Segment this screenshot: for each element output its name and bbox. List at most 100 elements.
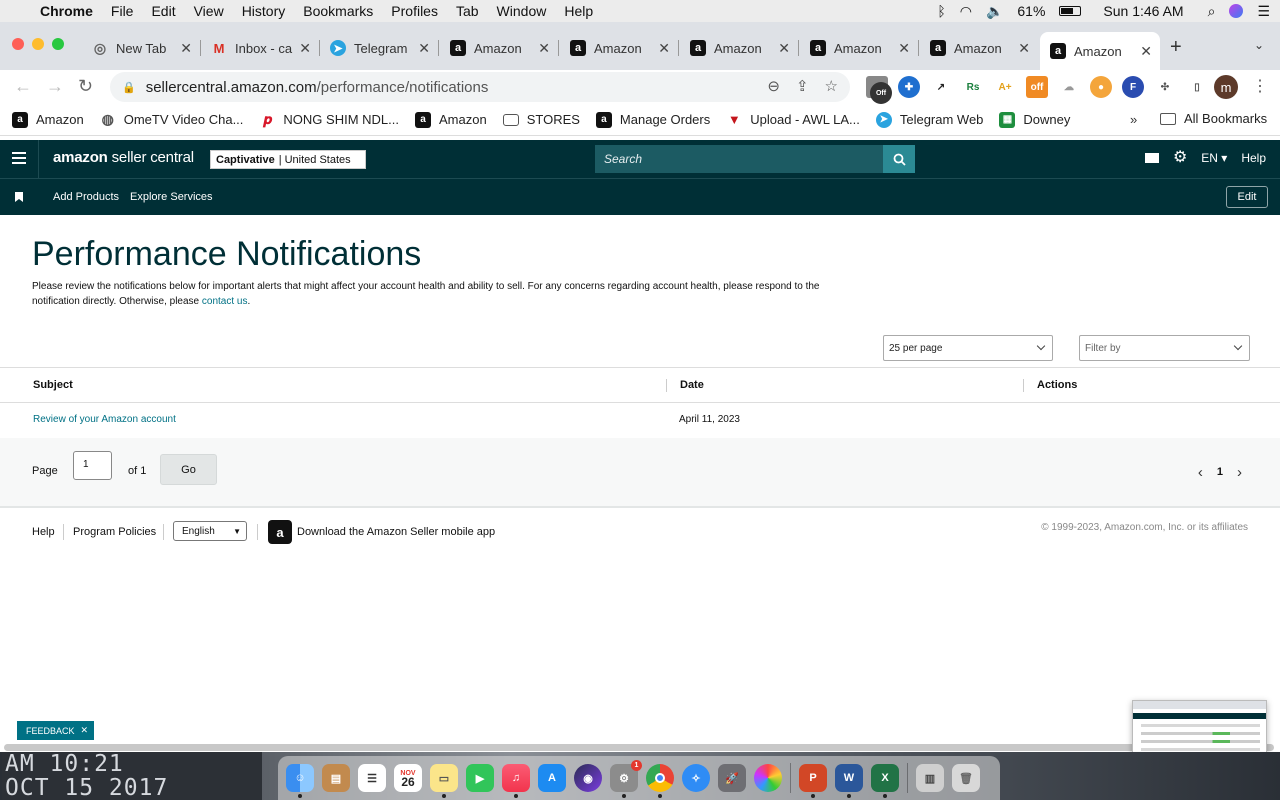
close-window-button[interactable] xyxy=(12,38,24,50)
menu-bookmarks[interactable]: Bookmarks xyxy=(303,3,373,19)
bookmark-item[interactable]: a Amazon xyxy=(12,111,84,128)
account-switcher[interactable]: Captivative | United States xyxy=(210,150,366,169)
bookmark-item[interactable]: a Amazon xyxy=(415,111,487,128)
bookmark-item[interactable]: ▼ Upload - AWL LA... xyxy=(726,112,860,128)
menu-view[interactable]: View xyxy=(194,3,224,19)
bookmark-item[interactable]: ◍ OmeTV Video Cha... xyxy=(100,111,244,128)
more-bookmarks-icon[interactable]: » xyxy=(1130,112,1137,127)
previous-page-icon[interactable]: ‹ xyxy=(1198,465,1203,480)
language-selector[interactable]: EN ▾ xyxy=(1201,151,1227,165)
download-app-link[interactable]: Download the Amazon Seller mobile app xyxy=(297,526,495,538)
menu-edit[interactable]: Edit xyxy=(151,3,175,19)
go-button[interactable]: Go xyxy=(160,454,217,485)
menu-history[interactable]: History xyxy=(242,3,286,19)
tab-amazon[interactable]: a Amazon ✕ xyxy=(440,32,559,64)
bookmark-icon[interactable] xyxy=(15,192,23,202)
extension-orange-icon[interactable]: off xyxy=(1026,76,1048,98)
control-center-icon[interactable]: ☰ xyxy=(1257,3,1270,20)
seller-search-box[interactable]: Search xyxy=(595,145,915,173)
powerpoint-icon[interactable]: P xyxy=(799,764,827,798)
bookmark-item[interactable]: ▦ Downey xyxy=(999,111,1070,128)
bookmark-item[interactable]: 𝒑 NONG SHIM NDL... xyxy=(259,111,399,128)
reminders-icon[interactable]: ☰ xyxy=(358,764,386,792)
finder-icon[interactable]: ☺ xyxy=(286,764,314,798)
footer-help-link[interactable]: Help xyxy=(32,526,55,538)
notes-icon[interactable]: ▭ xyxy=(430,764,458,798)
tab-amazon[interactable]: a Amazon ✕ xyxy=(920,32,1038,64)
word-icon[interactable]: W xyxy=(835,764,863,798)
help-link[interactable]: Help xyxy=(1241,151,1266,165)
extension-circle-icon[interactable]: ● xyxy=(1090,76,1112,98)
extension-off-icon[interactable]: Off xyxy=(866,76,892,104)
bookmark-star-icon[interactable]: ☆ xyxy=(825,77,838,95)
siri-icon[interactable] xyxy=(1229,4,1244,18)
bookmark-item[interactable]: ➤ Telegram Web xyxy=(875,111,983,128)
system-preferences-icon[interactable]: ⚙ 1 xyxy=(610,760,642,798)
wifi-icon[interactable]: ◠ xyxy=(960,3,972,20)
contact-us-link[interactable]: contact us xyxy=(202,296,248,307)
extension-arrow-icon[interactable]: ↗ xyxy=(930,76,952,98)
amazon-app-icon[interactable]: a xyxy=(268,520,292,544)
edit-nav-button[interactable]: Edit xyxy=(1226,186,1268,208)
share-icon[interactable]: ⇪ xyxy=(796,77,809,95)
chrome-menu-icon[interactable]: ⋮ xyxy=(1252,76,1268,96)
profile-avatar[interactable]: m xyxy=(1214,75,1238,99)
chrome-icon[interactable] xyxy=(646,764,674,798)
forward-arrow-icon[interactable]: → xyxy=(46,76,64,97)
tab-amazon[interactable]: a Amazon ✕ xyxy=(800,32,919,64)
next-page-icon[interactable]: › xyxy=(1237,465,1242,480)
menu-help[interactable]: Help xyxy=(564,3,593,19)
feedback-button[interactable]: FEEDBACK ✕ xyxy=(17,721,95,740)
extension-scout-icon[interactable]: A+ xyxy=(994,76,1016,98)
close-icon[interactable]: ✕ xyxy=(81,725,89,736)
mail-icon[interactable] xyxy=(1144,153,1159,163)
volume-icon[interactable]: 🔈 xyxy=(986,3,1003,20)
launchpad-icon[interactable]: 🚀 xyxy=(718,764,746,792)
lock-icon[interactable]: 🔒 xyxy=(122,81,136,94)
excel-icon[interactable]: X xyxy=(871,764,899,798)
bookmark-item[interactable]: STORES xyxy=(502,112,580,127)
seller-central-logo[interactable]: amazon seller central xyxy=(53,149,194,166)
column-header-subject[interactable]: Subject xyxy=(33,379,73,391)
menubar-clock[interactable]: Sun 1:46 AM xyxy=(1103,3,1183,19)
menu-file[interactable]: File xyxy=(111,3,134,19)
spotlight-search-icon[interactable]: ⌕ xyxy=(1208,3,1216,20)
zoom-window-button[interactable] xyxy=(52,38,64,50)
zoom-icon[interactable]: ⊖ xyxy=(767,77,780,95)
close-tab-icon[interactable]: ✕ xyxy=(898,40,910,57)
horizontal-scrollbar[interactable] xyxy=(4,744,1274,751)
trash-icon[interactable]: 🗑 xyxy=(952,764,980,792)
menu-window[interactable]: Window xyxy=(497,3,547,19)
back-arrow-icon[interactable]: ← xyxy=(14,76,32,97)
app-store-icon[interactable]: A xyxy=(538,764,566,792)
tab-amazon-active[interactable]: a Amazon ✕ xyxy=(1040,32,1160,70)
bookmark-item[interactable]: a Manage Orders xyxy=(595,111,710,128)
extension-blue-icon[interactable]: ✚ xyxy=(898,76,920,98)
menu-profiles[interactable]: Profiles xyxy=(391,3,438,19)
tab-telegram[interactable]: ➤ Telegram ✕ xyxy=(320,32,439,64)
reload-icon[interactable]: ↻ xyxy=(78,76,93,97)
extension-cloud-icon[interactable]: ☁ xyxy=(1058,76,1080,98)
footer-program-policies-link[interactable]: Program Policies xyxy=(73,526,156,538)
menu-app-name[interactable]: Chrome xyxy=(40,3,93,19)
documents-stack-icon[interactable]: ▥ xyxy=(916,764,944,792)
siri-icon[interactable]: ◉ xyxy=(574,764,602,792)
footer-language-select[interactable]: English ▼ xyxy=(173,521,247,541)
facetime-icon[interactable]: ▶ xyxy=(466,764,494,792)
close-tab-icon[interactable]: ✕ xyxy=(538,40,550,57)
battery-icon[interactable] xyxy=(1059,6,1082,16)
address-bar[interactable]: 🔒 sellercentral.amazon.com/performance/n… xyxy=(110,72,850,102)
calendar-icon[interactable]: NOV 26 xyxy=(394,764,422,792)
close-tab-icon[interactable]: ✕ xyxy=(1140,43,1152,60)
extension-rs-icon[interactable]: Rs xyxy=(962,76,984,98)
close-tab-icon[interactable]: ✕ xyxy=(778,40,790,57)
filter-select[interactable]: Filter by xyxy=(1079,335,1250,361)
minimize-window-button[interactable] xyxy=(32,38,44,50)
nav-explore-services[interactable]: Explore Services xyxy=(130,191,213,203)
extension-f-icon[interactable]: F xyxy=(1122,76,1144,98)
extensions-puzzle-icon[interactable]: ✣ xyxy=(1154,76,1176,98)
page-number-input[interactable]: 1 xyxy=(73,451,112,480)
tab-amazon[interactable]: a Amazon ✕ xyxy=(560,32,679,64)
tab-search-chevron-icon[interactable]: ⌄ xyxy=(1254,38,1264,52)
column-header-date[interactable]: Date xyxy=(680,379,704,391)
